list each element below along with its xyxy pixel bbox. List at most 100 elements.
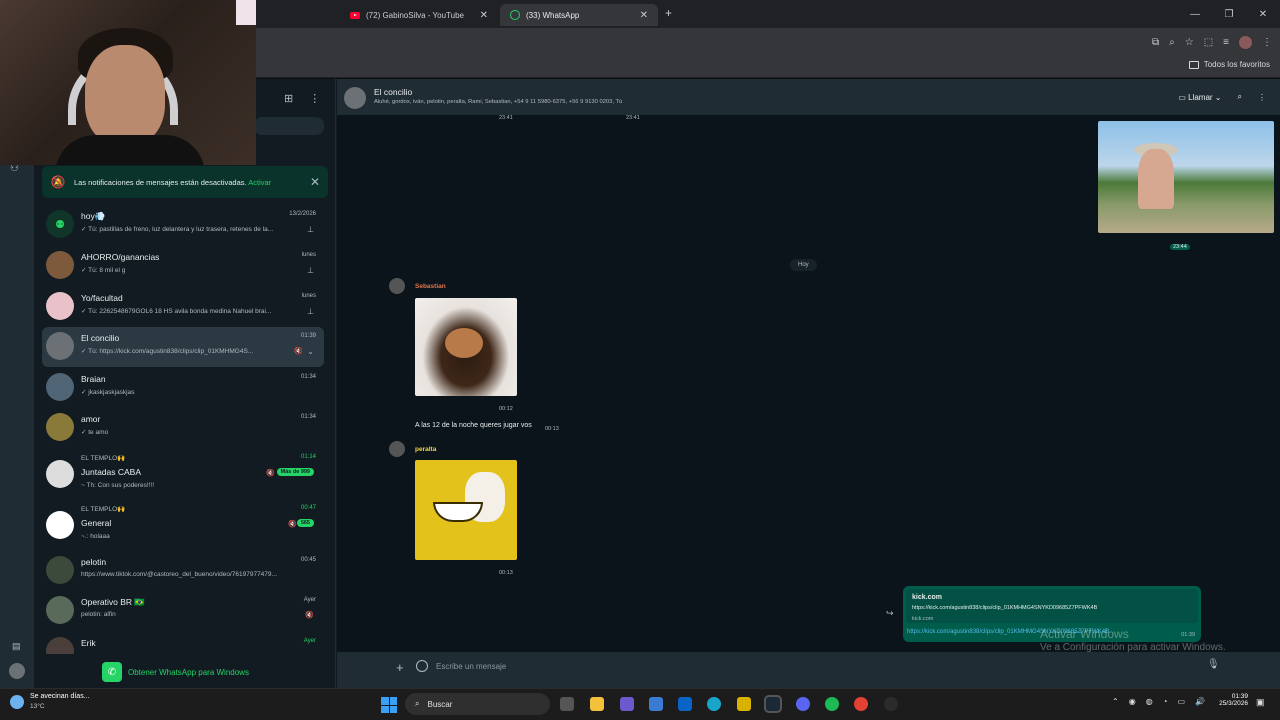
profile-avatar[interactable] xyxy=(1239,35,1252,49)
copilot-icon[interactable] xyxy=(620,697,634,711)
community-name: EL TEMPLO🙌 xyxy=(81,455,126,462)
image-message[interactable] xyxy=(415,298,517,396)
close-icon[interactable]: ✕ xyxy=(310,175,320,189)
tray-app-icon[interactable]: ◉ xyxy=(1129,697,1136,706)
message-time: 00:13 xyxy=(545,426,559,432)
activate-link[interactable]: Activar xyxy=(248,178,271,187)
search-input[interactable] xyxy=(254,117,324,135)
chat-item[interactable]: Braian ✓ jkaskjaskjaskjas 01:34 xyxy=(42,368,324,408)
network-icon[interactable]: ▭ xyxy=(1178,697,1186,706)
restore-icon[interactable]: ❐ xyxy=(1212,0,1246,28)
taskbar-search[interactable]: ⌕ Buscar xyxy=(405,693,550,715)
bookmark-star-icon[interactable]: ☆ xyxy=(1185,37,1194,48)
taskbar-clock[interactable]: 01:39 25/3/2026 xyxy=(1212,693,1248,707)
shirt xyxy=(55,135,205,165)
clock-time: 01:39 xyxy=(1231,693,1248,700)
chat-item[interactable]: Yo/facultad ✓ Tú: 2262548679GOL6 18 HS a… xyxy=(42,287,324,327)
notification-center-icon[interactable]: ▣ xyxy=(1256,697,1265,708)
message-time: 23:41 xyxy=(499,115,513,121)
chat-time: Ayer xyxy=(303,638,316,644)
chat-item[interactable]: ⚉ hoy💨 ✓ Tú: pastillas de freno, luz del… xyxy=(42,205,324,245)
tray-app-icon[interactable]: ◍ xyxy=(1146,697,1153,706)
conversation-header[interactable] xyxy=(337,79,1280,115)
chat-item[interactable]: pelotin https://www.tiktok.com/@castoreo… xyxy=(42,551,324,591)
get-whatsapp-windows[interactable]: ✆ Obtener WhatsApp para Windows xyxy=(102,662,249,682)
close-tab-icon[interactable]: ✕ xyxy=(480,10,488,21)
chat-name: amor xyxy=(81,414,101,424)
install-app-icon[interactable]: ⧉ xyxy=(1152,37,1159,48)
group-avatar: ⚉ xyxy=(46,210,74,238)
app-icon[interactable] xyxy=(737,697,751,711)
file-explorer-icon[interactable] xyxy=(590,697,604,711)
sender-avatar[interactable] xyxy=(389,278,405,294)
chevron-down-icon[interactable]: ⌄ xyxy=(307,347,314,356)
image-message[interactable] xyxy=(1098,121,1274,233)
task-view-icon[interactable] xyxy=(560,697,574,711)
start-button[interactable] xyxy=(381,697,397,713)
chat-item-selected[interactable]: El concilio ✓ Tú: https://kick.com/agust… xyxy=(42,327,324,367)
link-preview[interactable]: kick.com https://kick.com/agustin838/cli… xyxy=(906,589,1198,623)
tray-app-icon[interactable]: ◔ xyxy=(1163,697,1168,706)
extensions-icon[interactable]: ⬚ xyxy=(1204,37,1213,48)
chat-item[interactable]: Erik Ayer xyxy=(42,632,324,654)
message-time: 23:41 xyxy=(626,115,640,121)
unread-badge: 565 xyxy=(296,519,314,527)
volume-icon[interactable]: 🔊 xyxy=(1195,697,1205,706)
chat-preview: ✓ te amo xyxy=(81,429,109,436)
chat-item[interactable]: Operativo BR 🇧🇷 pelotin: alfin Ayer 🔇 xyxy=(42,591,324,631)
menu-icon[interactable]: ⋮ xyxy=(1258,93,1266,102)
chat-name: Yo/facultad xyxy=(81,293,123,303)
sender-avatar[interactable] xyxy=(389,441,405,457)
zoom-icon[interactable]: ⌕ xyxy=(1169,37,1175,48)
tab-whatsapp[interactable]: (33) WhatsApp ✕ xyxy=(500,4,658,26)
media-gallery-icon[interactable]: ▤ xyxy=(12,641,21,652)
message-time: 01:39 xyxy=(1181,632,1195,638)
outlook-icon[interactable] xyxy=(678,697,692,711)
spotify-icon[interactable] xyxy=(825,697,839,711)
chat-item[interactable]: AHORRO/ganancias ✓ Tú: 8 mil el g lunes … xyxy=(42,246,324,286)
steam-icon[interactable] xyxy=(764,695,782,713)
message-input[interactable]: Escribe un mensaje xyxy=(436,662,506,671)
menu-icon[interactable]: ⋮ xyxy=(309,92,320,105)
profile-avatar[interactable] xyxy=(9,663,25,679)
minimize-icon[interactable]: — xyxy=(1178,0,1212,28)
discord-icon[interactable] xyxy=(796,697,810,711)
new-chat-icon[interactable]: ⊞ xyxy=(284,92,293,105)
close-window-icon[interactable]: ✕ xyxy=(1246,0,1280,28)
emoji-icon[interactable] xyxy=(416,660,428,672)
community-avatar xyxy=(46,511,74,539)
youtube-icon xyxy=(350,11,360,19)
microphone-icon[interactable]: 🎙 xyxy=(1207,659,1220,673)
tab-youtube[interactable]: (72) GabinoSilva - YouTube ✕ xyxy=(340,4,498,26)
store-icon[interactable] xyxy=(649,697,663,711)
link-url: https://kick.com/agustin838/clips/clip_0… xyxy=(912,605,1098,611)
search-icon[interactable]: ⌕ xyxy=(1238,92,1242,102)
edge-icon[interactable] xyxy=(707,697,721,711)
group-avatar[interactable] xyxy=(344,87,366,109)
chrome-icon[interactable] xyxy=(854,697,868,711)
call-button[interactable]: ▭ Llamar ⌄ xyxy=(1178,93,1221,102)
media-icon[interactable]: ≡ xyxy=(1223,37,1229,48)
avatar xyxy=(46,251,74,279)
menu-icon[interactable]: ⋮ xyxy=(1262,37,1272,48)
weather-widget[interactable]: Se avecinan días... 13°C xyxy=(10,693,90,710)
attach-icon[interactable]: + xyxy=(396,660,404,675)
all-bookmarks[interactable]: Todos los favoritos xyxy=(1188,60,1270,69)
notification-banner: 🔕 Las notificaciones de mensajes están d… xyxy=(42,166,328,198)
sticker-message[interactable] xyxy=(415,460,517,560)
avatar xyxy=(46,373,74,401)
avatar xyxy=(46,556,74,584)
weather-text: Se avecinan días... xyxy=(30,693,90,700)
new-tab-icon[interactable]: + xyxy=(665,6,672,20)
forward-icon[interactable]: ↪ xyxy=(886,608,894,619)
chat-item[interactable]: EL TEMPLO🙌 Juntadas CABA ~ Th: Con sus p… xyxy=(42,452,324,496)
chat-item[interactable]: amor ✓ te amo 01:34 xyxy=(42,408,324,448)
app-icon[interactable] xyxy=(884,697,898,711)
message-time: 23:44 xyxy=(1170,244,1190,250)
chat-name: General xyxy=(81,518,112,528)
chat-name: pelotin xyxy=(81,557,107,567)
chat-item[interactable]: EL TEMPLO🙌 General ~.: holaaa 00:47 🔇 56… xyxy=(42,503,324,547)
muted-icon: 🔇 xyxy=(294,348,303,355)
close-tab-icon[interactable]: ✕ xyxy=(640,10,648,21)
chevron-up-icon[interactable]: ⌃ xyxy=(1112,697,1119,706)
